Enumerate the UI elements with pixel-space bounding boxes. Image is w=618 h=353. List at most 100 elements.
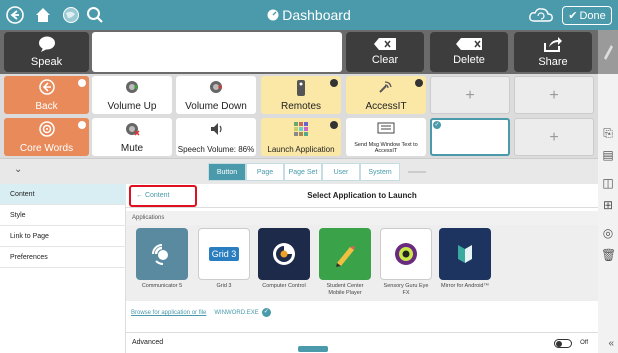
mirror-android-icon xyxy=(439,228,491,280)
selected-file: WINWORD.EXE xyxy=(214,310,259,317)
grid3-logo-text: Grid 3 xyxy=(208,247,240,261)
message-bar-scroll-handle[interactable] xyxy=(598,30,618,74)
copy-icon[interactable]: ⎘ xyxy=(601,126,615,140)
volume-down-cell[interactable]: Volume Down xyxy=(176,76,256,114)
cell-label: AccessIT xyxy=(365,101,407,112)
delete-label: Delete xyxy=(453,54,485,66)
target-icon xyxy=(4,121,89,140)
cell-label: Back xyxy=(35,101,58,112)
advanced-label: Advanced xyxy=(132,339,164,346)
volume-up-cell[interactable]: Volume Up xyxy=(92,76,172,114)
properties-left-nav: Content Style Link to Page Preferences xyxy=(0,184,126,353)
done-button[interactable]: ✔ Done xyxy=(562,6,612,25)
accessit-cell[interactable]: AccessIT xyxy=(346,76,426,114)
applications-section-label: Applications xyxy=(126,211,598,225)
selected-empty-cell[interactable]: ✓ xyxy=(430,118,510,156)
tab-page-set[interactable]: Page Set xyxy=(284,163,322,181)
top-bar: Dashboard ✔ Done xyxy=(0,0,618,30)
selected-check-icon: ✓ xyxy=(433,121,441,129)
launch-application-cell[interactable]: Launch Application xyxy=(261,118,341,156)
page-title-text: Dashboard xyxy=(282,7,351,23)
applications-list: Communicator 5 Grid 3 Grid 3 Computer Co… xyxy=(126,225,598,301)
core-words-cell[interactable]: Core Words xyxy=(4,118,89,156)
cell-label: Volume Down xyxy=(185,101,247,112)
back-link-label: Content xyxy=(144,192,170,199)
back-circle-icon xyxy=(4,79,89,98)
speaker-volume-icon xyxy=(176,121,256,140)
app-communicator-5[interactable]: Communicator 5 xyxy=(136,228,188,300)
button-grid: Back Volume Up Volume Down Remotes Acces… xyxy=(0,74,598,158)
back-button-cell[interactable]: Back xyxy=(4,76,89,114)
browse-link[interactable]: Browse for application or file xyxy=(131,310,206,316)
communicator-icon xyxy=(136,228,188,280)
message-bar-row: Speak Clear Delete Share xyxy=(0,30,618,74)
send-msg-window-cell[interactable]: Send Msg Window Text to AccessIT xyxy=(346,118,426,156)
trash-icon[interactable]: 🗑 xyxy=(601,248,616,262)
share-label: Share xyxy=(538,56,568,68)
clear-label: Clear xyxy=(371,54,399,66)
tab-system[interactable]: System xyxy=(360,163,400,181)
left-arrow-icon: ← xyxy=(136,192,143,199)
cell-label: Send Msg Window Text to AccessIT xyxy=(354,142,418,154)
app-sensory-guru[interactable]: Sensory Guru Eye FX xyxy=(380,228,432,300)
eye-fx-icon xyxy=(380,228,432,280)
dashboard-icon xyxy=(267,9,279,21)
nav-item-style[interactable]: Style xyxy=(0,205,126,226)
cell-label: Core Words xyxy=(19,143,74,154)
right-edit-toolbar: ⎘ ▤ ◫ ⊞ ◎ 🗑 « xyxy=(598,74,618,353)
app-student-center[interactable]: Student Center Mobile Player xyxy=(319,228,371,300)
advanced-row: Advanced Off xyxy=(126,332,598,353)
tab-user[interactable]: User xyxy=(322,163,360,181)
computer-control-icon xyxy=(258,228,310,280)
cell-label: Speech Volume: 86% xyxy=(177,145,255,154)
share-icon xyxy=(544,37,562,52)
collapse-icon[interactable]: « xyxy=(608,338,614,349)
app-name: Computer Control xyxy=(262,283,306,289)
tab-page[interactable]: Page xyxy=(246,163,284,181)
cell-indicator-dot xyxy=(78,121,86,129)
content-back-link[interactable]: ← Content xyxy=(129,185,197,207)
remote-control-icon xyxy=(261,79,341,100)
empty-cell[interactable]: + xyxy=(430,76,510,114)
clear-button[interactable]: Clear xyxy=(346,32,424,72)
app-name: Communicator 5 xyxy=(141,283,183,289)
add-icon: + xyxy=(549,129,559,146)
grid-layout-icon[interactable]: ⊞ xyxy=(601,198,615,212)
empty-cell[interactable]: + xyxy=(514,118,594,156)
tab-button[interactable]: Button xyxy=(208,163,246,181)
message-window[interactable] xyxy=(92,32,342,72)
app-grid-3[interactable]: Grid 3 Grid 3 xyxy=(198,228,250,300)
add-icon: + xyxy=(549,87,559,104)
advanced-toggle[interactable] xyxy=(554,339,572,348)
mute-cell[interactable]: Mute xyxy=(92,118,172,156)
edit-pencil-icon xyxy=(604,45,613,60)
message-window-icon xyxy=(346,121,426,137)
check-icon: ✔ xyxy=(568,10,578,22)
chevron-down-icon[interactable]: ⌄ xyxy=(14,164,22,175)
nav-item-content[interactable]: Content xyxy=(0,184,126,205)
hide-icon[interactable]: ◎ xyxy=(601,226,615,240)
add-icon: + xyxy=(465,87,475,104)
speak-button[interactable]: Speak xyxy=(4,32,89,72)
paste-icon[interactable]: ▤ xyxy=(601,148,615,162)
properties-tab-strip: ⌄ Button Page Page Set User System xyxy=(0,158,598,184)
panel-resize-handle[interactable] xyxy=(298,346,328,352)
app-mirror-for-android[interactable]: Mirror for Android™ xyxy=(439,228,491,300)
share-button[interactable]: Share xyxy=(514,32,592,72)
cell-indicator-dot xyxy=(330,79,338,87)
empty-cell[interactable]: + xyxy=(514,76,594,114)
check-circle-icon: ✓ xyxy=(261,308,271,317)
speech-volume-cell[interactable]: Speech Volume: 86% xyxy=(176,118,256,156)
delete-button[interactable]: Delete xyxy=(430,32,508,72)
nav-item-preferences[interactable]: Preferences xyxy=(0,247,126,268)
duplicate-icon[interactable]: ◫ xyxy=(601,176,615,190)
nav-item-link-to-page[interactable]: Link to Page xyxy=(0,226,126,247)
toggle-state-label: Off xyxy=(580,340,588,346)
broadcast-icon xyxy=(346,79,426,98)
student-center-pencil-icon xyxy=(319,228,371,280)
remotes-cell[interactable]: Remotes xyxy=(261,76,341,114)
speech-bubble-icon xyxy=(38,36,55,52)
app-computer-control[interactable]: Computer Control xyxy=(258,228,310,300)
cloud-sync-icon[interactable] xyxy=(526,5,556,25)
volume-up-icon xyxy=(92,79,172,98)
